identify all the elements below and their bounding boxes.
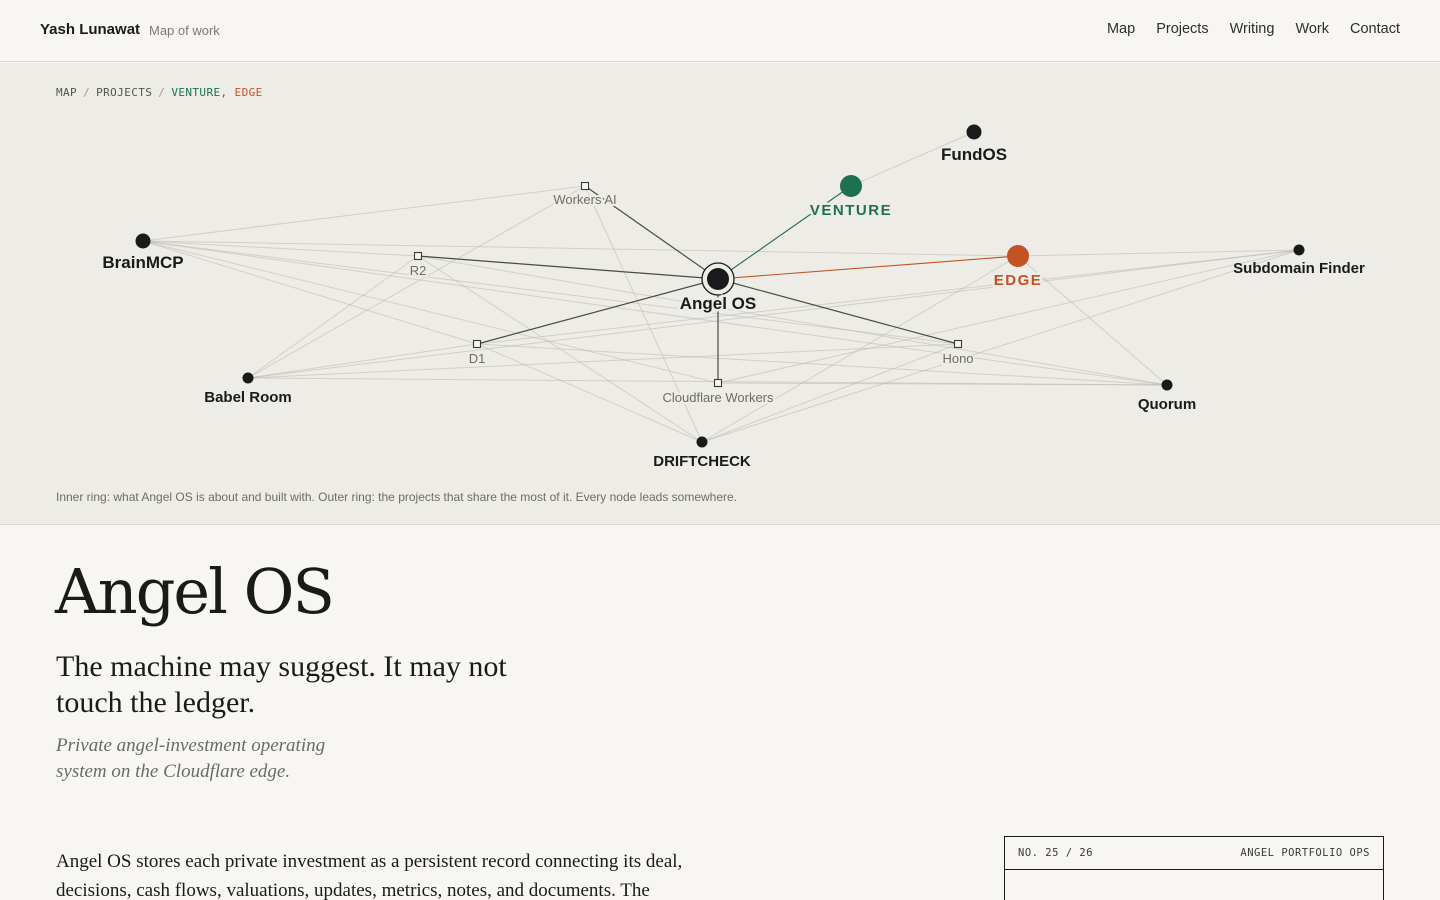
tag-node-edge[interactable]	[1007, 245, 1029, 267]
tag-node-venture[interactable]	[840, 175, 862, 197]
map-caption: Inner ring: what Angel OS is about and b…	[56, 490, 738, 504]
project-node-label: DRIFTCHECK	[653, 453, 751, 470]
graph-edge-edge	[717, 255, 1019, 280]
project-node-quorum[interactable]	[1161, 379, 1173, 391]
tech-node-r2[interactable]	[413, 251, 423, 261]
tech-node-hono[interactable]	[953, 339, 963, 349]
graph-faint-edge	[701, 255, 1019, 443]
card-header: NO. 25 / 26 ANGEL PORTFOLIO OPS	[1005, 837, 1383, 870]
project-node-brainmcp[interactable]	[135, 233, 151, 249]
tech-node-label: R2	[410, 263, 427, 278]
graph-nodes: Workers AIWorkers AIR2R2D1D1Cloudflare W…	[102, 124, 1365, 470]
nav-projects[interactable]: Projects	[1156, 21, 1208, 37]
graph-venture-edge	[717, 185, 852, 280]
tech-node-label: Workers AI	[553, 192, 616, 207]
tech-node-workers-ai[interactable]	[580, 181, 590, 191]
brand-name[interactable]: Yash Lunawat	[40, 21, 140, 38]
main-nav: Map Projects Writing Work Contact	[1107, 21, 1400, 37]
project-node-label: Quorum	[1138, 396, 1196, 413]
tech-node-d1[interactable]	[472, 339, 482, 349]
project-lede: Private angel-investment operating syste…	[56, 735, 326, 782]
graph-faint-edge	[142, 185, 586, 242]
nav-writing[interactable]: Writing	[1230, 21, 1275, 37]
nav-contact[interactable]: Contact	[1350, 21, 1400, 37]
card-category: ANGEL PORTFOLIO OPS	[1240, 847, 1370, 859]
graph-faint-edge	[142, 240, 959, 345]
graph-faint-edge	[476, 249, 1300, 345]
tech-node-label: D1	[469, 351, 486, 366]
site-tagline: Map of work	[149, 23, 220, 38]
project-node-babel-room[interactable]	[242, 372, 254, 384]
graph-tech-edge	[417, 255, 719, 280]
project-node-label: BrainMCP	[102, 253, 183, 272]
project-body: Angel OS stores each private investment …	[56, 851, 683, 900]
site-header: Yash Lunawat Map of work Map Projects Wr…	[0, 0, 1440, 62]
project-node-subdomain-finder[interactable]	[1293, 244, 1305, 256]
page-title: Angel OS	[55, 555, 335, 628]
nav-work[interactable]: Work	[1295, 21, 1329, 37]
map-section: MAP / PROJECTS / VENTURE, EDGE Workers AI Wor…	[0, 63, 1440, 525]
tech-node-label: Hono	[942, 351, 973, 366]
nav-map[interactable]: Map	[1107, 21, 1135, 37]
project-node-label: Subdomain Finder	[1233, 260, 1365, 277]
graph-faint-edge	[247, 343, 959, 379]
tech-node-label: Cloudflare Workers	[662, 390, 774, 405]
card-number: NO. 25 / 26	[1018, 847, 1094, 859]
project-node-fundos[interactable]	[966, 124, 982, 140]
graph-faint-edge	[247, 185, 586, 379]
project-node-label: Babel Room	[204, 389, 292, 406]
tag-node-label: EDGE	[994, 272, 1043, 289]
graph-faint-edge	[247, 249, 1300, 379]
project-graph: Workers AIWorkers AIR2R2D1D1Cloudflare W…	[102, 124, 1365, 470]
center-node[interactable]	[707, 268, 729, 290]
project-node-driftcheck[interactable]	[696, 436, 708, 448]
graph-faint-edge	[142, 240, 719, 384]
project-node-label: FundOS	[941, 145, 1007, 164]
center-node-label: Angel OS	[680, 294, 757, 313]
project-card: NO. 25 / 26 ANGEL PORTFOLIO OPS	[1004, 836, 1384, 900]
graph-faint-edge	[247, 255, 419, 379]
tag-node-label: VENTURE	[810, 202, 892, 219]
tech-node-cloudflare-workers[interactable]	[713, 378, 723, 388]
project-subtitle: The machine may suggest. It may not touc…	[56, 650, 507, 719]
